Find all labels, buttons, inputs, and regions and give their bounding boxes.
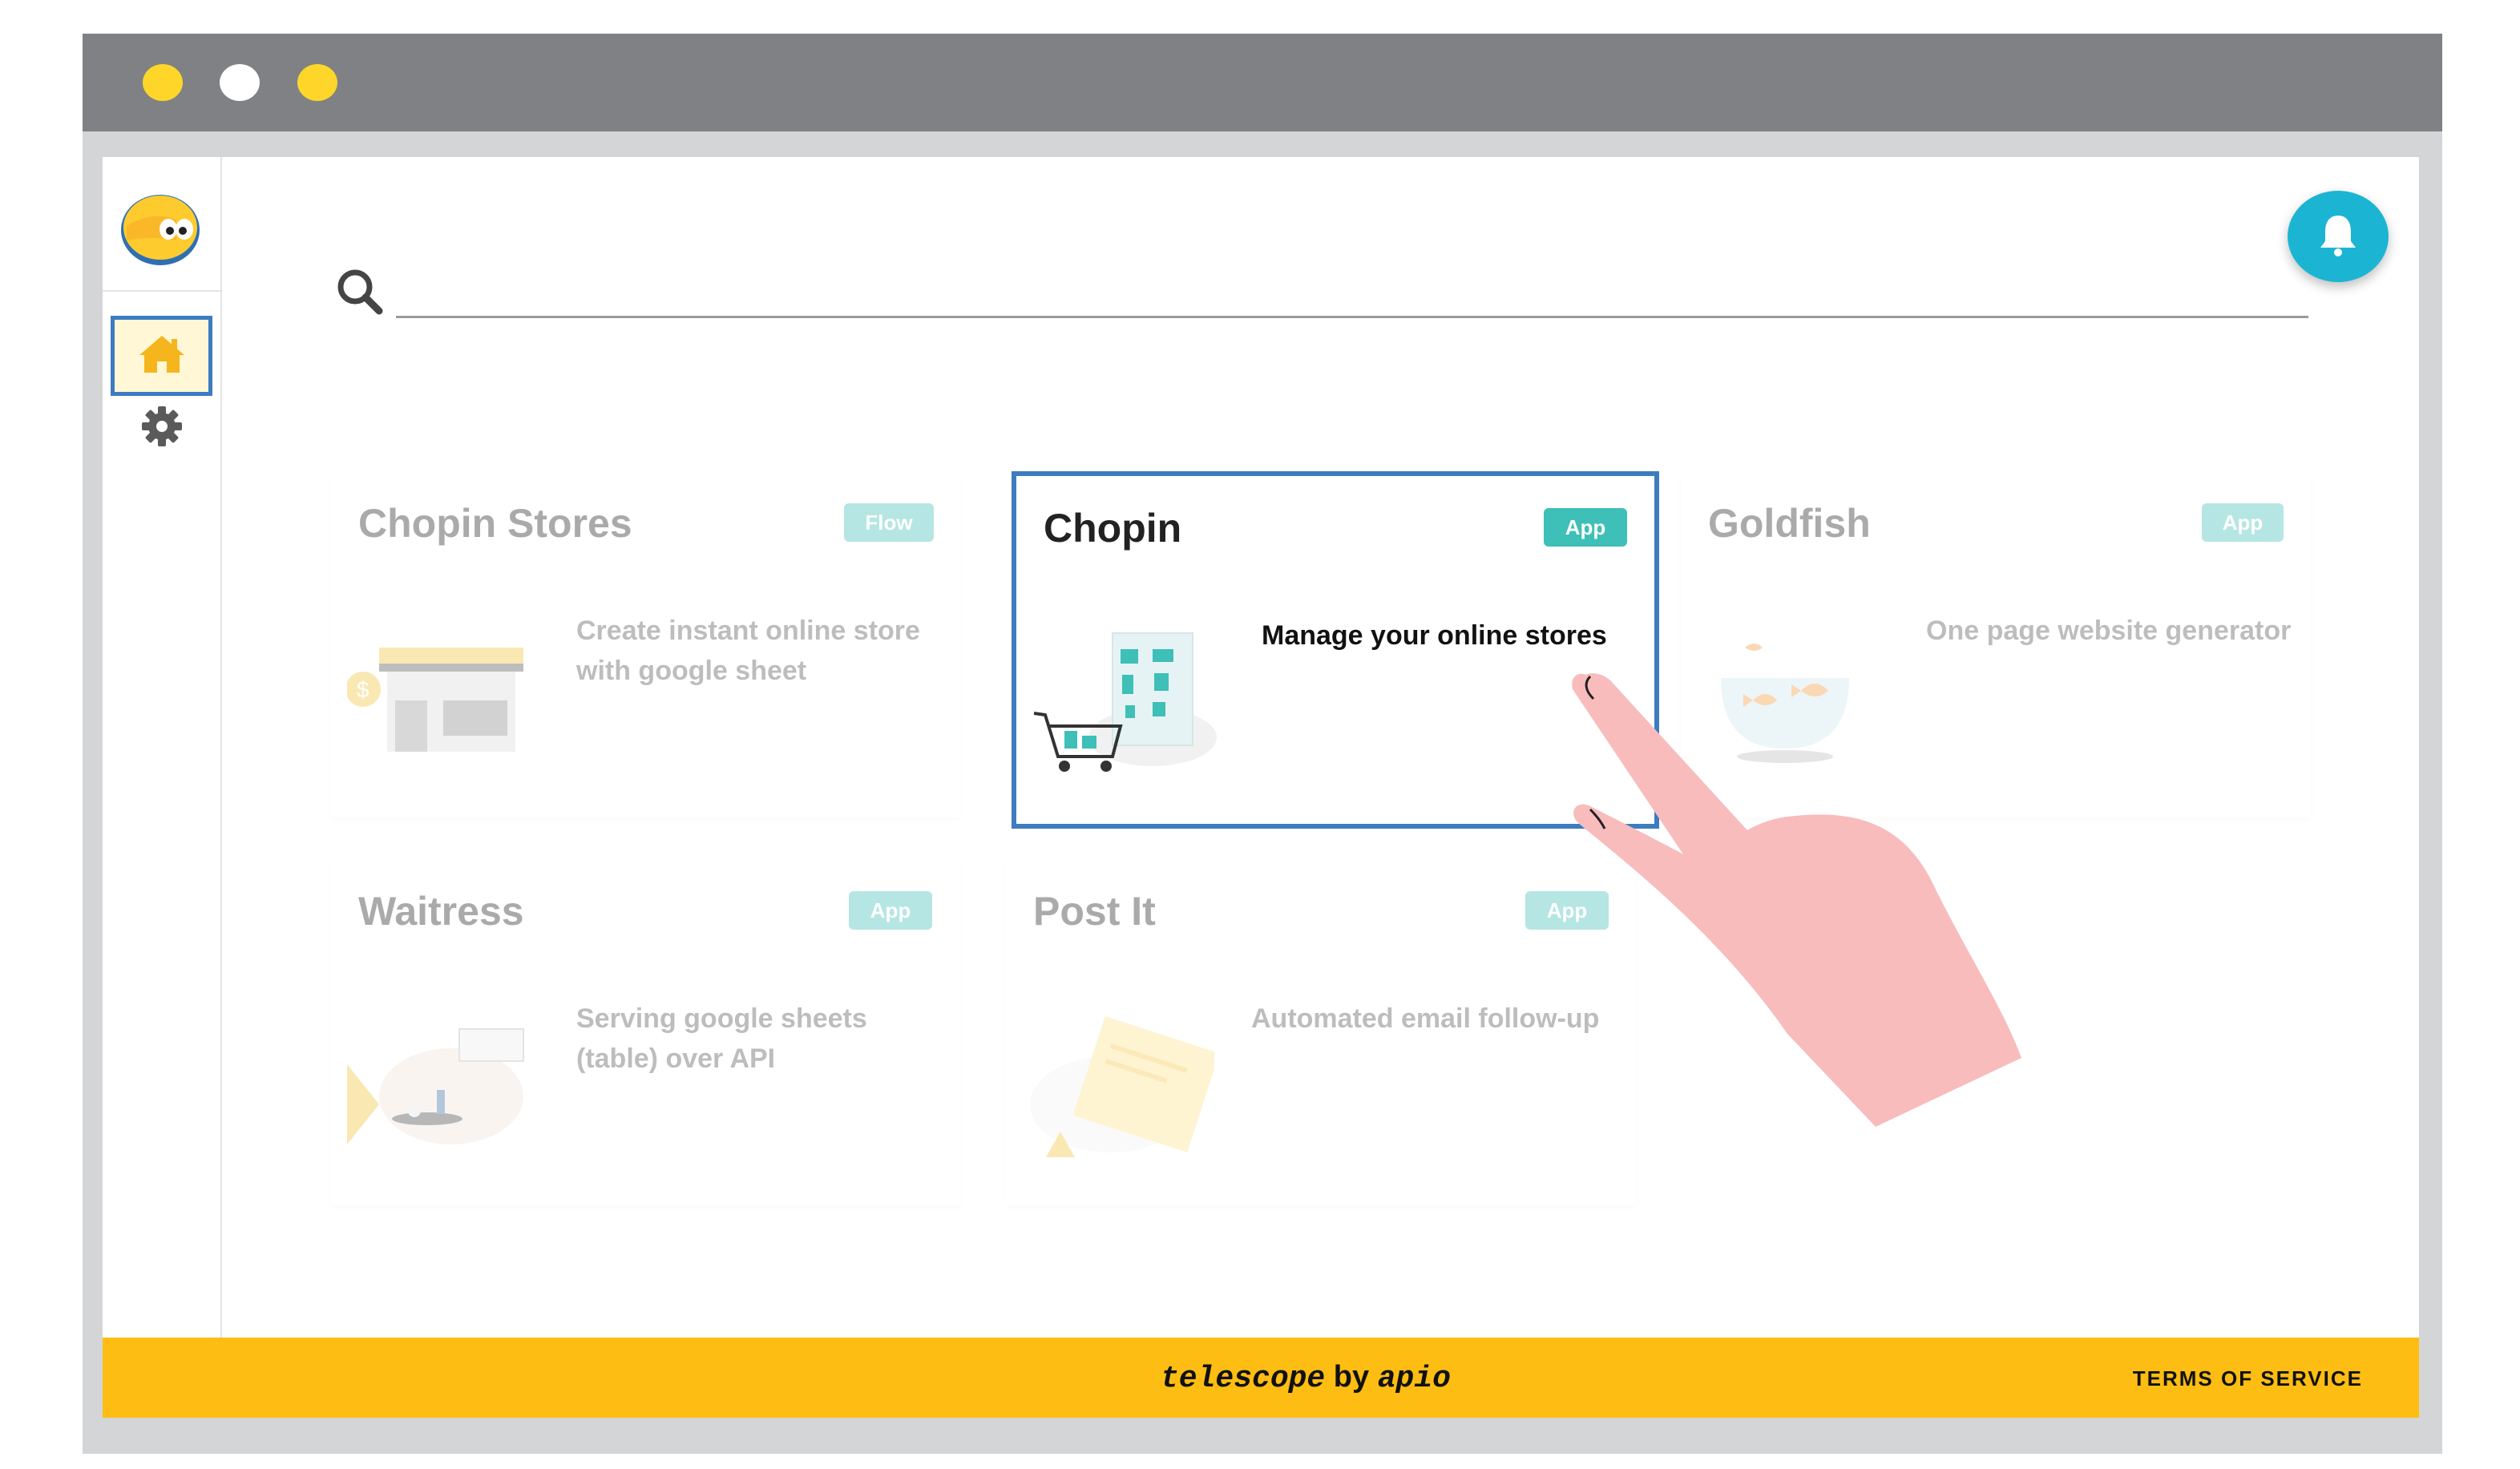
brand-name: telescope (1161, 1362, 1326, 1396)
card-title: Chopin (1044, 506, 1182, 551)
gear-icon (141, 406, 183, 451)
card-badge: Flow (844, 503, 934, 542)
notifications-button[interactable] (2288, 191, 2389, 282)
shopping-cart-illustration (1032, 617, 1225, 785)
sidebar-item-settings[interactable] (136, 402, 188, 454)
window-dot-2[interactable] (220, 64, 260, 101)
card-title: Post It (1033, 889, 1156, 934)
window-dot-1[interactable] (143, 64, 183, 101)
terms-of-service-link[interactable]: TERMS OF SERVICE (2133, 1366, 2363, 1391)
card-badge: App (1544, 508, 1627, 547)
browser-window: Chopin Stores Flow $ Create instant onli… (83, 34, 2442, 1454)
sidebar-divider (103, 290, 220, 292)
fishbowl-illustration (1697, 612, 1889, 781)
card-title: Goldfish (1708, 501, 1871, 546)
card-badge: App (2202, 503, 2284, 542)
card-description: Automated email follow-up (1251, 1003, 1600, 1034)
card-badge: App (1525, 891, 1609, 930)
app-card-chopin[interactable]: Chopin App Manage your online stores (1012, 471, 1659, 829)
footer-brand[interactable]: telescope by apio (1161, 1360, 1451, 1396)
card-description: Manage your online stores (1262, 620, 1607, 651)
brand-company: apio (1377, 1362, 1451, 1396)
card-title: Waitress (358, 889, 524, 934)
owl-logo-icon[interactable] (120, 194, 200, 266)
card-description: One page website generator (1926, 615, 2292, 646)
store-illustration: $ (345, 612, 539, 781)
app-card-chopin-stores[interactable]: Chopin Stores Flow $ Create instant onli… (331, 471, 961, 817)
app-card-waitress[interactable]: Waitress App Serving google sheets (tabl… (331, 859, 961, 1205)
card-description: Create instant online store with google … (576, 615, 920, 686)
window-titlebar (83, 34, 2442, 131)
post-it-illustration (1022, 1000, 1220, 1168)
app-content: Chopin Stores Flow $ Create instant onli… (103, 157, 2419, 1418)
brand-by: by (1333, 1360, 1370, 1394)
bell-icon (2318, 212, 2358, 261)
card-badge: App (849, 891, 932, 930)
card-title: Chopin Stores (358, 501, 632, 546)
waitress-illustration (347, 1000, 539, 1168)
app-card-post-it[interactable]: Post It App Automated email follow-up (1006, 859, 1636, 1205)
app-card-goldfish[interactable]: Goldfish App One page website generator (1681, 471, 2311, 817)
search-input[interactable] (396, 255, 2308, 318)
footer: telescope by apio TERMS OF SERVICE (103, 1338, 2419, 1418)
window-dot-3[interactable] (297, 64, 337, 101)
sidebar-item-home[interactable] (111, 316, 212, 396)
search-icon[interactable] (334, 266, 386, 317)
svg-text:$: $ (357, 677, 370, 702)
sidebar (103, 157, 222, 1338)
card-description: Serving google sheets (table) over API (576, 1003, 867, 1074)
home-icon (138, 334, 186, 378)
